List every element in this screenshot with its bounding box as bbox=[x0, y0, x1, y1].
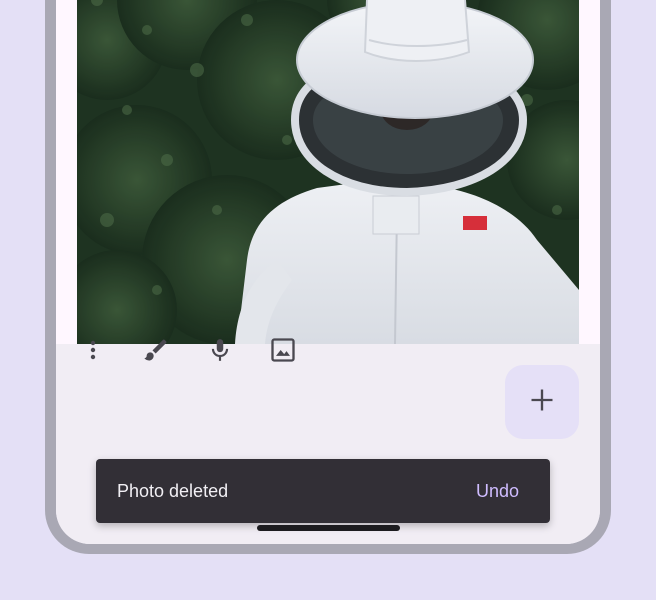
plus-icon bbox=[528, 386, 556, 419]
brush-icon bbox=[142, 336, 170, 369]
add-image-button[interactable] bbox=[263, 332, 303, 372]
undo-button[interactable]: Undo bbox=[476, 481, 519, 502]
snackbar: Photo deleted Undo bbox=[96, 459, 550, 523]
more-options-button[interactable] bbox=[73, 332, 113, 372]
home-indicator[interactable] bbox=[257, 525, 400, 531]
microphone-icon bbox=[207, 337, 233, 368]
drawing-button[interactable] bbox=[136, 332, 176, 372]
beekeeper-photo bbox=[77, 0, 579, 344]
note-image-area bbox=[56, 0, 600, 344]
more-vert-icon bbox=[81, 338, 105, 367]
voice-button[interactable] bbox=[200, 332, 240, 372]
note-photo[interactable] bbox=[77, 0, 579, 344]
snackbar-message: Photo deleted bbox=[117, 480, 229, 501]
add-button[interactable] bbox=[505, 365, 579, 439]
stage: Photo deleted Undo bbox=[0, 0, 656, 600]
image-icon bbox=[269, 336, 297, 369]
